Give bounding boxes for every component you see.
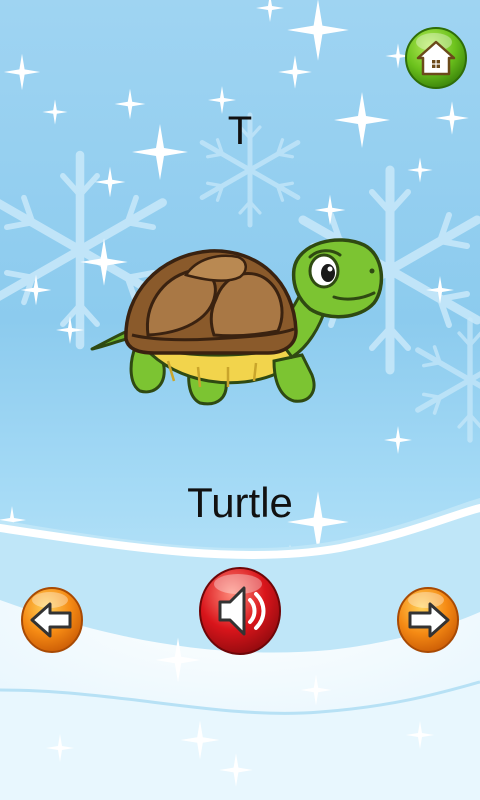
next-button[interactable] <box>396 584 460 654</box>
sound-button[interactable] <box>198 566 282 656</box>
turtle-illustration <box>90 238 384 406</box>
speaker-icon <box>199 567 281 655</box>
previous-button[interactable] <box>20 584 84 654</box>
home-button[interactable] <box>404 26 468 90</box>
letter-heading: T <box>227 109 253 153</box>
arrow-right-icon <box>397 587 459 653</box>
arrow-left-icon <box>21 587 83 653</box>
alphabet-card-screen: T Turtle <box>0 0 480 800</box>
home-icon <box>405 27 467 89</box>
word-label: Turtle <box>187 479 293 526</box>
